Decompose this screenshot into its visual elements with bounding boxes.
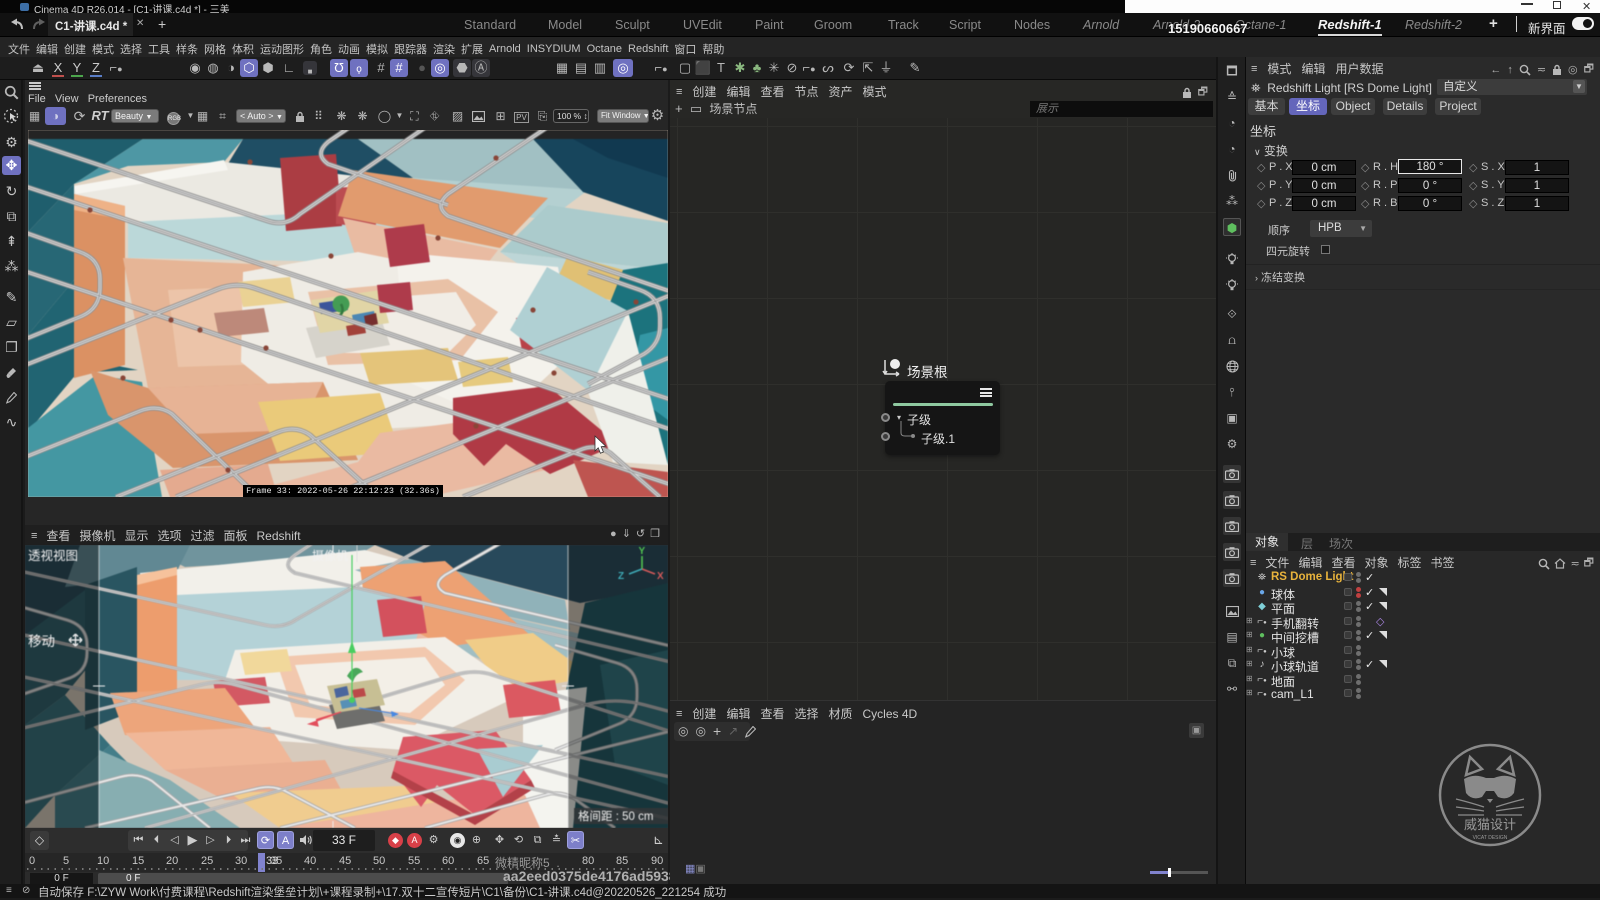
svg-text:格间距 : 50 cm: 格间距 : 50 cm	[578, 809, 653, 823]
svg-text:移动: 移动	[28, 634, 55, 649]
svg-text:摄像机: 摄像机	[312, 548, 348, 563]
svg-text:透视视图: 透视视图	[28, 548, 78, 563]
svg-text:Z: Z	[618, 571, 624, 582]
svg-text:Y: Y	[639, 546, 646, 557]
svg-text:VICAT DESIGN: VICAT DESIGN	[1473, 835, 1508, 841]
svg-text:威猫设计: 威猫设计	[1464, 817, 1516, 832]
svg-text:X: X	[657, 571, 664, 582]
